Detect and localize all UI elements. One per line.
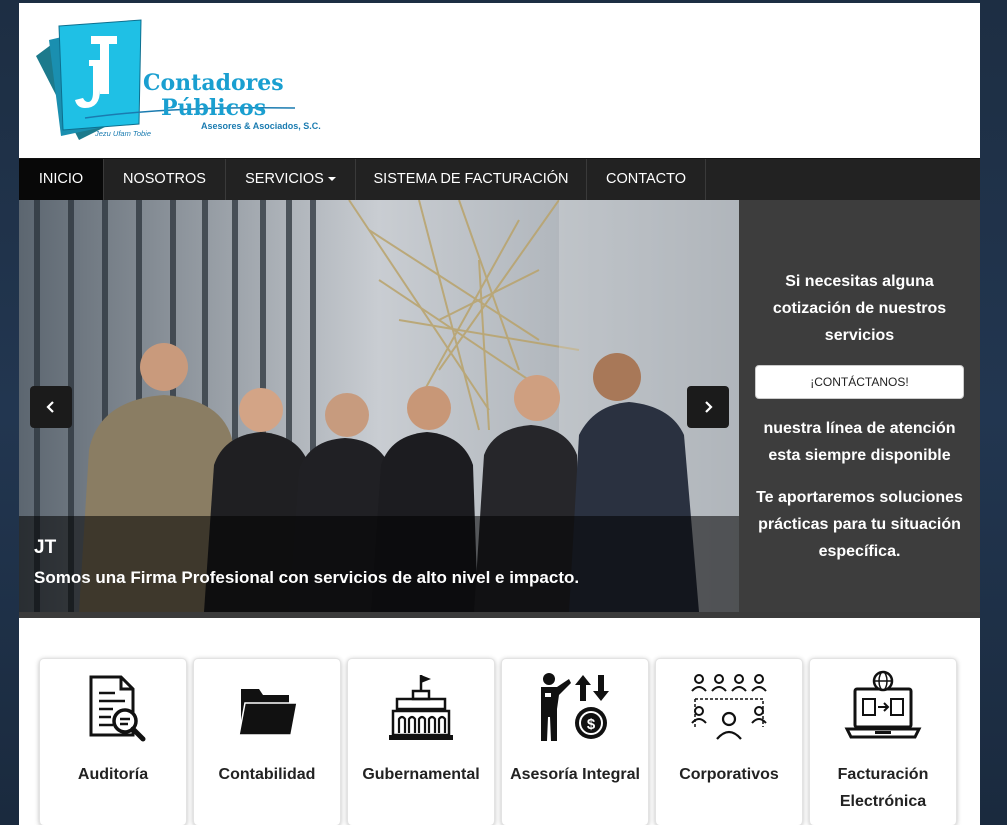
site-header: Contadores Públicos Asesores & Asociados… <box>19 3 980 158</box>
service-card-contabilidad[interactable]: Contabilidad <box>193 658 341 825</box>
nav-item-contacto[interactable]: CONTACTO <box>587 159 706 200</box>
service-card-corporativos[interactable]: Corporativos <box>655 658 803 825</box>
service-card-gubernamental[interactable]: Gubernamental <box>347 658 495 825</box>
brand-signature: Jezu Ufam Tobie <box>95 129 152 138</box>
nav-label-nosotros: NOSOTROS <box>123 171 206 187</box>
nav-label-facturacion: SISTEMA DE FACTURACIÓN <box>373 171 569 187</box>
brand-name-line1: Contadores <box>143 70 284 96</box>
service-card-facturacion[interactable]: Facturación Electrónica <box>809 658 957 825</box>
nav-item-inicio[interactable]: INICIO <box>19 159 104 200</box>
carousel-prev-button[interactable] <box>30 386 72 428</box>
chevron-left-icon <box>46 401 54 413</box>
service-label-corporativos: Corporativos <box>679 766 779 783</box>
hero-carousel[interactable]: JT Somos una Firma Profesional con servi… <box>19 200 739 612</box>
service-label-facturacion: Facturación Electrónica <box>837 766 929 810</box>
sidebar-solutions-text: Te aportaremos soluciones prácticas para… <box>756 489 963 560</box>
folder-icon <box>238 689 298 736</box>
nav-label-contacto: CONTACTO <box>605 171 687 187</box>
advisor-exchange-icon: $ <box>541 673 609 741</box>
sidebar-quote-text: Si necesitas alguna cotización de nuestr… <box>772 273 947 344</box>
government-building-icon <box>389 675 453 740</box>
carousel-next-button[interactable] <box>687 386 729 428</box>
chevron-right-icon <box>705 401 713 413</box>
e-invoice-laptop-icon <box>844 670 922 739</box>
nav-item-nosotros[interactable]: NOSOTROS <box>104 159 226 200</box>
service-label-contabilidad: Contabilidad <box>218 766 316 783</box>
brand-logo[interactable]: Contadores Públicos Asesores & Asociados… <box>33 18 333 143</box>
caption-title: JT <box>34 537 57 558</box>
service-label-asesoria: Asesoría Integral <box>510 766 640 783</box>
page-container: Contadores Públicos Asesores & Asociados… <box>19 3 980 825</box>
nav-label-inicio: INICIO <box>38 171 84 187</box>
svg-text:$: $ <box>587 716 596 733</box>
service-label-auditoria: Auditoría <box>77 766 149 783</box>
service-label-gubernamental: Gubernamental <box>362 766 480 783</box>
caret-down-icon <box>327 177 336 182</box>
audit-document-icon <box>89 675 146 742</box>
nav-item-servicios[interactable]: SERVICIOS <box>226 159 356 200</box>
brand-name-line2: Públicos <box>161 95 267 121</box>
corporate-network-icon <box>691 674 767 740</box>
sidebar-line-text: nuestra línea de atención esta siempre d… <box>763 420 956 464</box>
contact-sidebar: Si necesitas alguna cotización de nuestr… <box>739 200 980 612</box>
main-navbar: INICIO NOSOTROS SERVICIOS SISTEMA DE FAC… <box>19 158 980 201</box>
divider-band <box>19 612 980 618</box>
caption-text: Somos una Firma Profesional con servicio… <box>34 568 580 587</box>
service-card-asesoria[interactable]: $ Asesoría Integral <box>501 658 649 825</box>
brand-tagline: Asesores & Asociados, S.C. <box>201 121 321 131</box>
contact-us-button[interactable]: ¡CONTÁCTANOS! <box>755 365 964 399</box>
service-card-auditoria[interactable]: Auditoría <box>39 658 187 825</box>
nav-label-servicios: SERVICIOS <box>245 171 324 187</box>
carousel-caption: JT Somos una Firma Profesional con servi… <box>19 516 739 612</box>
nav-item-facturacion[interactable]: SISTEMA DE FACTURACIÓN <box>356 159 587 200</box>
